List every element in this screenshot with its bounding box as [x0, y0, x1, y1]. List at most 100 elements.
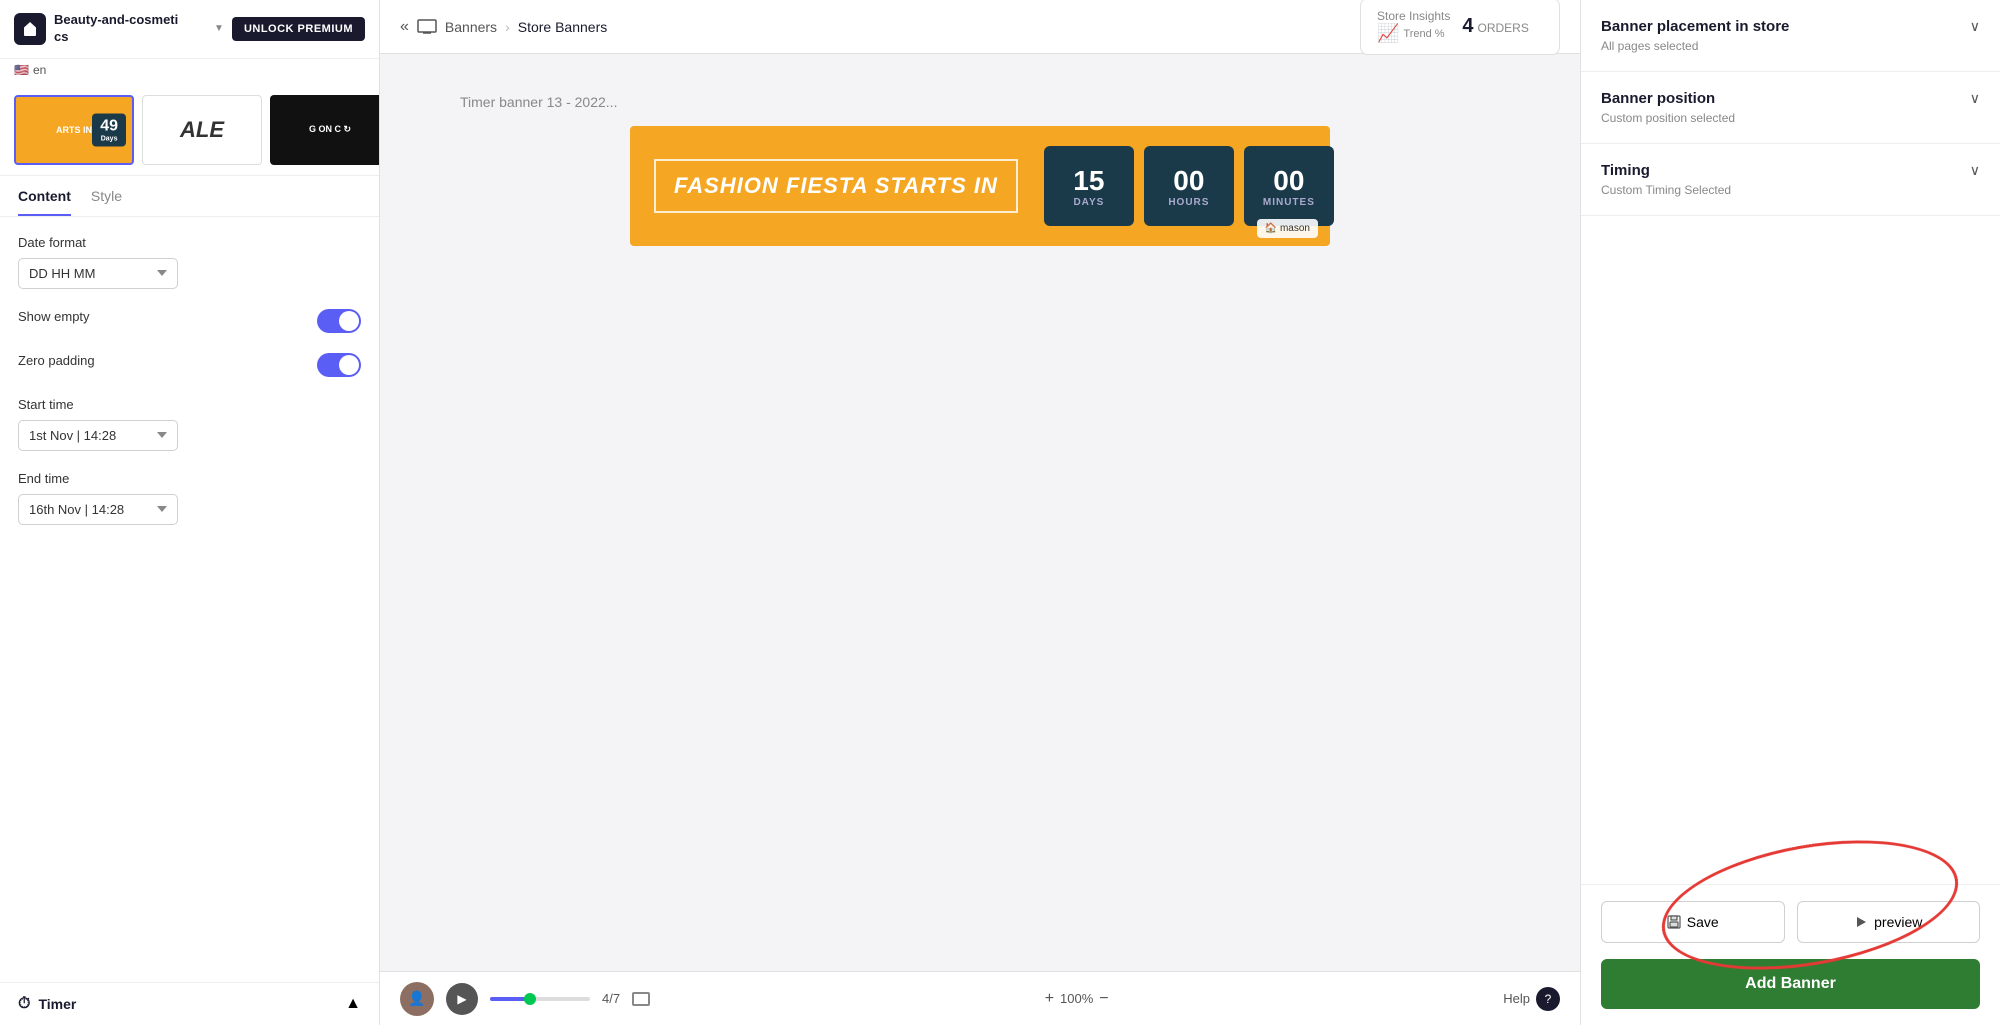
placement-subtitle: All pages selected	[1601, 39, 1789, 53]
preview-label: preview	[1874, 914, 1922, 930]
days-number: 15	[1073, 165, 1104, 197]
minutes-number: 00	[1273, 165, 1304, 197]
progress-track	[490, 997, 590, 1001]
position-chevron-icon[interactable]: ∨	[1970, 90, 1980, 107]
monitor-icon	[417, 19, 437, 35]
timing-title: Timing	[1601, 162, 1731, 179]
play-button[interactable]: ▶	[446, 983, 478, 1015]
zero-padding-label: Zero padding	[18, 353, 95, 368]
zoom-out-icon[interactable]: −	[1099, 990, 1108, 1008]
right-actions: Save preview	[1581, 884, 2000, 959]
end-time-label: End time	[18, 471, 361, 486]
save-button[interactable]: Save	[1601, 901, 1785, 943]
unlock-premium-button[interactable]: UNLOCK PREMIUM	[232, 17, 365, 41]
page-indicator: 4/7	[602, 991, 620, 1006]
banner-title: Timer banner 13 - 2022...	[460, 94, 617, 110]
position-subtitle: Custom position selected	[1601, 111, 1735, 125]
start-time-select[interactable]: 1st Nov | 14:28	[18, 420, 178, 451]
language-selector[interactable]: 🇺🇸 en	[0, 59, 379, 85]
minutes-label: MINUTES	[1263, 197, 1315, 208]
flag-icon: 🇺🇸	[14, 63, 29, 77]
bottom-bar: 👤 ▶ 4/7 + 100% − Help ?	[380, 971, 1580, 1025]
date-format-field: Date format DD HH MM HH MM SS DD MM SS	[18, 235, 361, 289]
mason-watermark: 🏠 mason	[1257, 219, 1318, 238]
end-time-field: End time 16th Nov | 14:28	[18, 471, 361, 525]
help-section: Help ?	[1503, 987, 1560, 1011]
show-empty-toggle[interactable]	[317, 309, 361, 333]
count-block-minutes: 00 MINUTES	[1244, 146, 1334, 226]
days-label: DAYS	[1073, 197, 1104, 208]
banner-preview: FASHION FIESTA STARTS IN 15 DAYS 00 HOUR…	[630, 126, 1330, 246]
banner-thumb-3[interactable]: G ON C ↻	[270, 95, 379, 165]
breadcrumb-current: Store Banners	[518, 19, 608, 35]
date-format-select[interactable]: DD HH MM HH MM SS DD MM SS	[18, 258, 178, 289]
zoom-level: 100%	[1060, 991, 1093, 1006]
sidebar-header: Beauty-and-cosmetics ▼ UNLOCK PREMIUM	[0, 0, 379, 59]
thumb-2-text: ALE	[180, 117, 224, 143]
tab-content[interactable]: Content	[18, 188, 71, 216]
timer-text: Timer	[38, 996, 76, 1012]
thumb-1-text: ARTS IN	[56, 125, 92, 135]
timing-panel: Timing Custom Timing Selected ∨	[1581, 144, 2000, 216]
placement-header: Banner placement in store All pages sele…	[1601, 18, 1980, 53]
position-panel: Banner position Custom position selected…	[1581, 72, 2000, 144]
language-label: en	[33, 63, 46, 77]
placement-panel: Banner placement in store All pages sele…	[1581, 0, 2000, 72]
store-insights-label: Store Insights	[1377, 9, 1450, 23]
count-block-days: 15 DAYS	[1044, 146, 1134, 226]
banner-thumbnails: ARTS IN 49Days ALE G ON C ↻ ▲ ▼	[0, 85, 379, 176]
position-header: Banner position Custom position selected…	[1601, 90, 1980, 125]
bottom-left: 👤 ▶ 4/7	[400, 982, 650, 1016]
trend-label: Trend %	[1403, 28, 1444, 40]
start-time-field: Start time 1st Nov | 14:28	[18, 397, 361, 451]
banner-text: FASHION FIESTA STARTS IN	[654, 159, 1018, 213]
show-empty-row: Show empty	[18, 309, 361, 333]
thumb-1-countdown: 49Days	[92, 113, 126, 146]
banner-thumb-2[interactable]: ALE	[142, 95, 262, 165]
breadcrumb-sep: ›	[505, 19, 510, 35]
save-icon	[1667, 915, 1681, 929]
store-insights-card: Store Insights 📈 Trend % 4 ORDERS	[1360, 0, 1560, 55]
aspect-ratio-icon	[632, 992, 650, 1006]
breadcrumb-banners[interactable]: Banners	[445, 19, 497, 35]
store-insights-trend: 📈 Trend %	[1377, 23, 1450, 44]
canvas-area: Timer banner 13 - 2022... FASHION FIESTA…	[380, 54, 1580, 971]
top-nav: « Banners › Store Banners Store Insights…	[380, 0, 1580, 54]
tab-style[interactable]: Style	[91, 188, 122, 216]
help-label: Help	[1503, 991, 1530, 1006]
placement-title: Banner placement in store	[1601, 18, 1789, 35]
timing-subtitle: Custom Timing Selected	[1601, 183, 1731, 197]
form-section: Date format DD HH MM HH MM SS DD MM SS S…	[0, 217, 379, 543]
breadcrumb: « Banners › Store Banners	[400, 18, 607, 36]
timing-chevron-icon[interactable]: ∨	[1970, 162, 1980, 179]
nav-back-icon[interactable]: «	[400, 18, 409, 36]
orders-label: ORDERS	[1478, 21, 1529, 35]
zero-padding-toggle[interactable]	[317, 353, 361, 377]
show-empty-label: Show empty	[18, 309, 90, 324]
banner-thumb-1[interactable]: ARTS IN 49Days	[14, 95, 134, 165]
content-style-tabs: Content Style	[0, 176, 379, 217]
right-sidebar: Banner placement in store All pages sele…	[1580, 0, 2000, 1025]
end-time-select[interactable]: 16th Nov | 14:28	[18, 494, 178, 525]
app-dropdown-icon[interactable]: ▼	[214, 23, 224, 34]
add-banner-button[interactable]: Add Banner	[1601, 959, 1980, 1009]
orders-count: 4	[1462, 15, 1473, 38]
date-format-label: Date format	[18, 235, 361, 250]
thumb-3-text: G ON C ↻	[309, 124, 351, 135]
start-time-label: Start time	[18, 397, 361, 412]
timer-label: ⏱ Timer	[18, 995, 76, 1013]
timer-section[interactable]: ⏱ Timer ▲	[0, 982, 379, 1025]
position-title: Banner position	[1601, 90, 1735, 107]
preview-button[interactable]: preview	[1797, 901, 1981, 943]
zoom-controls: + 100% −	[1045, 990, 1109, 1008]
home-button[interactable]	[14, 13, 46, 45]
placement-chevron-icon[interactable]: ∨	[1970, 18, 1980, 35]
zoom-in-icon[interactable]: +	[1045, 990, 1054, 1008]
progress-bar	[490, 997, 590, 1001]
main-content: « Banners › Store Banners Store Insights…	[380, 0, 1580, 1025]
hours-number: 00	[1173, 165, 1204, 197]
timer-collapse-icon[interactable]: ▲	[345, 995, 361, 1013]
app-name: Beauty-and-cosmetics	[54, 12, 206, 46]
help-icon[interactable]: ?	[1536, 987, 1560, 1011]
count-block-hours: 00 HOURS	[1144, 146, 1234, 226]
